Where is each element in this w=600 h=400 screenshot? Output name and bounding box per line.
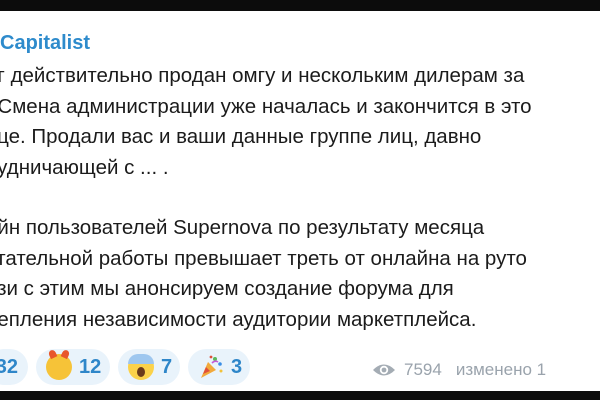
reaction-button[interactable]: 3 (188, 349, 250, 385)
message-line: . Смена администрации уже началась и зак… (0, 94, 532, 118)
message-line: ог действительно продан омгу и нескольки… (0, 64, 525, 87)
channel-name[interactable]: Capitalist (0, 31, 90, 55)
reaction-count: 7 (161, 355, 173, 378)
message-line: яце. Продали вас и ваши данные группе ли… (0, 125, 482, 148)
message-line: рудничающей с ... . (0, 155, 169, 179)
reaction-count: 32 (0, 355, 18, 378)
reaction-button[interactable]: 7 (118, 349, 180, 385)
reaction-count: 12 (79, 355, 102, 378)
message-line: репления независимости аудитории маркетп… (0, 307, 477, 331)
reaction-count: 3 (231, 355, 243, 378)
views-count: 7594 (404, 360, 442, 379)
eye-icon (373, 364, 395, 376)
message-line: айн пользователей Supernova по результат… (0, 216, 485, 239)
edited-label: изменено 1 (455, 360, 547, 379)
message-line: стательной работы превышает треть от онл… (0, 246, 527, 270)
message-meta: 7594 изменено 1 (372, 360, 546, 380)
reaction-button[interactable]: 12 (36, 349, 110, 385)
screaming-face-icon (128, 354, 154, 380)
party-popper-icon (198, 354, 224, 380)
message-line: язи с этим мы анонсируем создание форума… (0, 277, 454, 300)
message-bubble: Capitalist ог действительно продан омгу … (0, 11, 600, 391)
reaction-button[interactable]: 32 (0, 349, 28, 385)
hot-face-icon (46, 354, 72, 380)
message-text: ог действительно продан омгу и нескольки… (0, 61, 600, 335)
